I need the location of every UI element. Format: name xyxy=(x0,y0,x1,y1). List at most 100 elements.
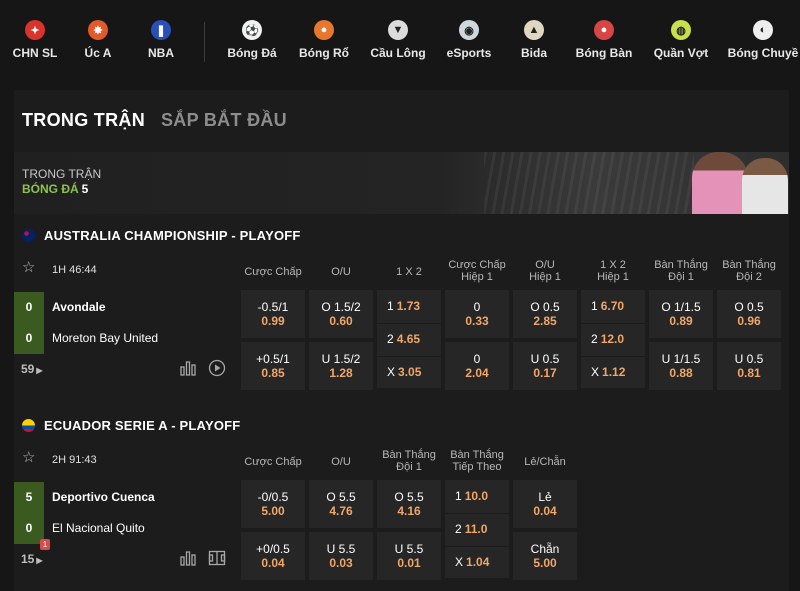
odds-cell[interactable]: O 5.5 4.16 xyxy=(377,480,441,528)
odds-cell[interactable]: O 5.5 4.76 xyxy=(309,480,373,528)
column-header-line: Tiếp Theo xyxy=(452,461,502,473)
odds-cell[interactable]: Chẵn 5.00 xyxy=(513,532,577,580)
odds-option-label: X xyxy=(387,365,396,379)
odds-cell[interactable]: U 1/1.5 0.88 xyxy=(649,342,713,390)
league-header[interactable]: AUSTRALIA CHAMPIONSHIP - PLAYOFF xyxy=(22,225,301,245)
play-video-icon[interactable] xyxy=(208,359,226,377)
odds-line: U 0.5 xyxy=(734,352,764,366)
sport-nav: ✦ CHN SL ✸ Úc A ❚ NBA ⚽ Bóng Đá ● Bóng Rổ ▼ Cầu Lôn… xyxy=(0,0,800,84)
odds-cell[interactable]: O 0.5 2.85 xyxy=(513,290,577,338)
odds-cell[interactable]: 0 2.04 xyxy=(445,342,509,390)
odds-cell[interactable]: +0/0.5 0.04 xyxy=(241,532,305,580)
field-tracker-icon[interactable] xyxy=(208,549,226,567)
column-header: Cược Chấp Hiệp 1 xyxy=(445,259,509,283)
column-header: Bàn Thắng Đội 2 xyxy=(717,259,781,283)
odds-option[interactable]: 2 12.0 xyxy=(591,332,624,346)
odds-line: O 1/1.5 xyxy=(661,300,701,314)
home-score: 5 xyxy=(25,490,33,504)
away-team[interactable]: El Nacional Quito xyxy=(52,521,145,535)
home-team[interactable]: Deportivo Cuenca xyxy=(52,490,155,504)
away-score: 0 xyxy=(25,521,33,535)
odds-option[interactable]: 1 6.70 xyxy=(591,299,624,313)
away-team[interactable]: Moreton Bay United xyxy=(52,331,158,345)
match-time: 1H 46:44 xyxy=(52,264,97,276)
odds-option[interactable]: 1 1.73 xyxy=(387,299,420,313)
odds-option[interactable]: 2 11.0 xyxy=(455,522,487,536)
odds-option[interactable]: X 3.05 xyxy=(387,365,421,379)
odds-value: 1.28 xyxy=(329,366,353,380)
odds-value: 1.04 xyxy=(466,555,490,569)
nav-item-billiards[interactable]: ▲ Bida xyxy=(494,20,574,60)
player-image xyxy=(692,152,748,214)
nav-item-shuttlecock[interactable]: ▼ Cầu Lông xyxy=(358,20,438,60)
nav-item-nba-logo[interactable]: ❚ NBA xyxy=(121,20,201,60)
nav-item-ping-pong[interactable]: ● Bóng Bàn xyxy=(564,20,644,60)
nav-label: Bida xyxy=(520,46,547,60)
more-markets-button[interactable]: 15 ▶ xyxy=(21,552,43,566)
cell-divider xyxy=(377,323,441,324)
column-header: Bàn Thắng Đội 1 xyxy=(377,449,441,473)
column-header: O/U Hiệp 1 xyxy=(513,259,577,283)
chevron-right-icon: ▶ xyxy=(36,556,43,565)
odds-cell[interactable]: U 5.5 0.01 xyxy=(377,532,441,580)
odds-value: 2.85 xyxy=(533,314,557,328)
odds-option[interactable]: X 1.12 xyxy=(591,365,625,379)
tennis-icon: ◍ xyxy=(671,20,691,40)
odds-line: U 1/1.5 xyxy=(661,352,701,366)
odds-value: 4.16 xyxy=(397,504,421,518)
nav-item-soccer-ball[interactable]: ⚽ Bóng Đá xyxy=(212,20,292,60)
odds-value: 1.73 xyxy=(396,299,421,313)
odds-option-label: 1 xyxy=(387,299,394,313)
odds-value: 0.89 xyxy=(669,314,693,328)
odds-cell[interactable]: O 0.5 0.96 xyxy=(717,290,781,338)
banner-sport: BÓNG ĐÁ xyxy=(22,182,79,196)
odds-value: 3.05 xyxy=(398,365,422,379)
odds-option[interactable]: X 1.04 xyxy=(455,555,489,569)
more-markets-count: 59 xyxy=(21,362,35,376)
favorite-star-icon[interactable]: ☆ xyxy=(22,450,38,466)
odds-cell[interactable]: U 5.5 0.03 xyxy=(309,532,373,580)
nav-label: Bóng Chuyề xyxy=(727,46,799,60)
odds-value: 0.33 xyxy=(465,314,489,328)
nav-item-tennis[interactable]: ◍ Quần Vợt xyxy=(641,20,721,60)
odds-cell[interactable]: U 1.5/2 1.28 xyxy=(309,342,373,390)
column-header-line: 1 X 2 xyxy=(600,259,626,271)
stats-icon[interactable] xyxy=(179,549,197,567)
stats-icon[interactable] xyxy=(179,359,197,377)
nav-item-volleyball[interactable]: ◐ Bóng Chuyề xyxy=(723,20,800,60)
odds-option[interactable]: 1 10.0 xyxy=(455,489,488,503)
odds-line: O 0.5 xyxy=(530,300,560,314)
odds-line: U 1.5/2 xyxy=(321,352,361,366)
red-card-badge: 1 xyxy=(40,539,50,550)
odds-cell[interactable]: Lẻ 0.04 xyxy=(513,480,577,528)
odds-value: 0.85 xyxy=(261,366,285,380)
league-block: ECUADOR SERIE A - PLAYOFF ☆ 2H 91:43 Cược C… xyxy=(14,415,789,591)
favorite-star-icon[interactable]: ☆ xyxy=(22,260,38,276)
home-team[interactable]: Avondale xyxy=(52,300,106,314)
league-header[interactable]: ECUADOR SERIE A - PLAYOFF xyxy=(22,415,240,435)
more-markets-button[interactable]: 59 ▶ xyxy=(21,362,43,376)
odds-cell[interactable]: +0.5/1 0.85 xyxy=(241,342,305,390)
odds-value: 12.0 xyxy=(600,332,625,346)
nav-item-basketball[interactable]: ● Bóng Rổ xyxy=(284,20,364,60)
column-header: O/U xyxy=(309,266,373,278)
odds-line: Lẻ xyxy=(538,490,552,504)
odds-value: 4.65 xyxy=(396,332,421,346)
odds-cell[interactable]: -0/0.5 5.00 xyxy=(241,480,305,528)
tab-upcoming[interactable]: SẮP BẮT ĐẦU xyxy=(161,110,287,131)
odds-cell[interactable]: U 0.5 0.81 xyxy=(717,342,781,390)
odds-cell[interactable]: 0 0.33 xyxy=(445,290,509,338)
odds-line: U 5.5 xyxy=(326,542,356,556)
odds-option[interactable]: 2 4.65 xyxy=(387,332,420,346)
nav-label: NBA xyxy=(148,46,174,60)
column-header-line: 1 X 2 xyxy=(396,266,422,278)
odds-cell[interactable]: -0.5/1 0.99 xyxy=(241,290,305,338)
tab-live[interactable]: TRONG TRẬN xyxy=(22,110,145,131)
odds-option-label: 2 xyxy=(455,522,462,536)
league-title: ECUADOR SERIE A - PLAYOFF xyxy=(44,417,241,433)
banner-count: 5 xyxy=(81,182,89,196)
odds-value: 0.01 xyxy=(397,556,421,570)
odds-cell[interactable]: O 1.5/2 0.60 xyxy=(309,290,373,338)
odds-cell[interactable]: O 1/1.5 0.89 xyxy=(649,290,713,338)
odds-cell[interactable]: U 0.5 0.17 xyxy=(513,342,577,390)
